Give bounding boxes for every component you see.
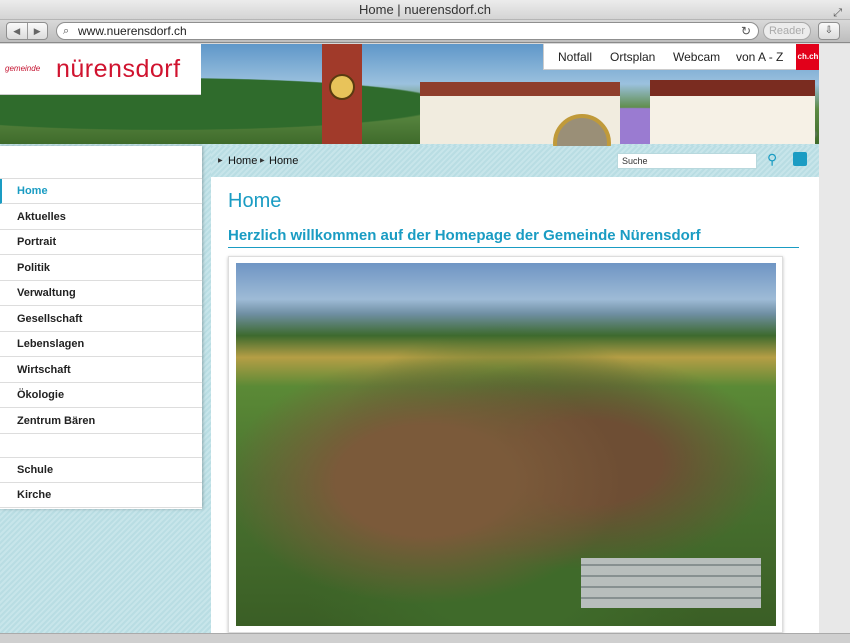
sidebar-item-politik[interactable]: Politik — [0, 256, 202, 281]
main-content: ▶ Home ▶ Home ⚲ Home Herzlich willkommen… — [211, 146, 819, 633]
sidebar-spacer — [0, 434, 202, 458]
top-nav-webcam[interactable]: Webcam — [673, 50, 720, 64]
sidebar-item-oekologie[interactable]: Ökologie — [0, 383, 202, 408]
address-url[interactable]: www.nuerensdorf.ch — [78, 23, 187, 39]
logo-small-text: gemeinde — [5, 64, 41, 73]
site-logo[interactable]: gemeinde nürensdorf — [0, 44, 201, 95]
church-tower-graphic — [322, 44, 362, 144]
clock-graphic — [329, 74, 355, 100]
top-nav: Notfall Ortsplan Webcam von A - Z ch.ch — [543, 44, 819, 70]
welcome-heading: Herzlich willkommen auf der Homepage der… — [228, 227, 799, 248]
downloads-button[interactable]: ⇩ — [818, 22, 840, 40]
back-button[interactable]: ◀ — [7, 23, 28, 39]
reader-button[interactable]: Reader — [763, 22, 811, 40]
breadcrumb-item[interactable]: Home — [228, 155, 257, 167]
reload-icon[interactable]: ↻ — [741, 23, 751, 39]
logo-main-text: nürensdorf — [56, 55, 181, 83]
sidebar-item-portrait[interactable]: Portrait — [0, 230, 202, 255]
window-titlebar: Home | nuerensdorf.ch ⤢ — [0, 0, 850, 20]
history-buttons: ◀ ▶ — [6, 22, 48, 40]
breadcrumb-arrow-icon: ▶ — [218, 158, 223, 164]
breadcrumb: ▶ Home ▶ Home ⚲ — [211, 146, 819, 177]
search-input[interactable] — [617, 153, 757, 169]
search-icon[interactable]: ⚲ — [767, 151, 777, 168]
sidebar-item-verwaltung[interactable]: Verwaltung — [0, 281, 202, 306]
print-icon[interactable] — [793, 152, 807, 166]
top-nav-ortsplan[interactable]: Ortsplan — [610, 50, 655, 64]
sidebar-item-gesellschaft[interactable]: Gesellschaft — [0, 307, 202, 332]
sidebar-item-kirche[interactable]: Kirche — [0, 483, 202, 508]
sidebar-item-aktuelles[interactable]: Aktuelles — [0, 205, 202, 230]
browser-toolbar: ◀ ▶ ⌕ www.nuerensdorf.ch ↻ Reader ⇩ — [0, 20, 850, 43]
sidebar-nav: Home Aktuelles Portrait Politik Verwaltu… — [0, 146, 202, 509]
sidebar-item-wirtschaft[interactable]: Wirtschaft — [0, 358, 202, 383]
window-bottom-bar — [0, 633, 850, 643]
page-scrollbar[interactable] — [819, 44, 850, 633]
ch-ch-badge[interactable]: ch.ch — [796, 44, 819, 70]
top-nav-a-z[interactable]: von A - Z — [736, 50, 783, 64]
house-graphic — [650, 80, 815, 144]
window-title: Home | nuerensdorf.ch — [359, 2, 491, 17]
breadcrumb-item[interactable]: Home — [269, 155, 298, 167]
page-title: Home — [228, 190, 282, 212]
sidebar-item-schule[interactable]: Schule — [0, 458, 202, 483]
breadcrumb-arrow-icon: ▶ — [260, 158, 265, 164]
aerial-village-photo — [236, 263, 776, 626]
top-nav-notfall[interactable]: Notfall — [558, 50, 592, 64]
sidebar-item-home[interactable]: Home — [0, 179, 202, 204]
forward-button[interactable]: ▶ — [28, 23, 48, 39]
sidebar-item-lebenslagen[interactable]: Lebenslagen — [0, 332, 202, 357]
photo-frame — [228, 256, 783, 633]
search-icon: ⌕ — [63, 25, 70, 37]
address-bar[interactable]: ⌕ www.nuerensdorf.ch ↻ — [56, 22, 759, 40]
sidebar-spacer — [0, 146, 202, 179]
web-page: gemeinde nürensdorf Notfall Ortsplan Web… — [0, 44, 819, 633]
sidebar-item-zentrum-baeren[interactable]: Zentrum Bären — [0, 409, 202, 434]
greenhouse-graphic — [581, 558, 761, 608]
